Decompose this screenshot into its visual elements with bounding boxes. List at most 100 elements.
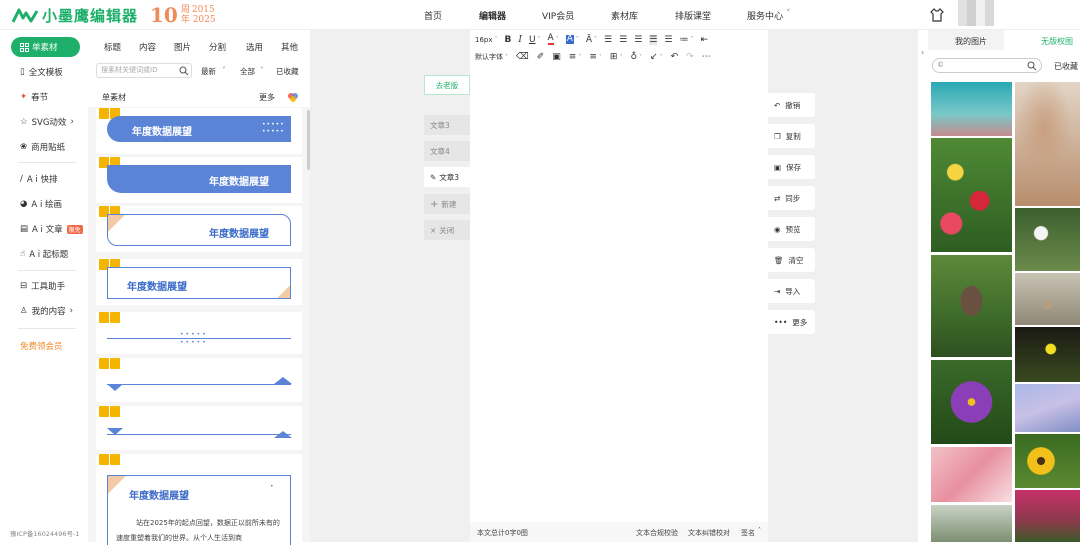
tab-selected[interactable]: 选用 [246,41,263,53]
sidebar-item-ai-draw[interactable]: ◕ A i 绘画 [20,198,62,210]
photo-blue-flowers[interactable] [1015,384,1080,432]
material-card[interactable] [96,358,302,402]
icp-text[interactable]: 豫ICP备16024496号-1 [10,528,79,538]
collected-filter[interactable]: 已收藏 [1054,61,1078,72]
nav-service[interactable]: 服务中心 [747,9,783,22]
photo-sunflower[interactable] [1015,434,1080,488]
nav-home[interactable]: 首页 [424,9,442,22]
bg-color-icon[interactable]: A [565,35,574,44]
editor-area[interactable]: 16px ˅ B I U ˅ A ˅ A ˅ Ā ˅ ☰ ☰ ☰ ☰ ☰ ≔ ˅ ⇤ 默认字… [470,30,768,542]
sidebar-item-single-material[interactable]: 单素材 [11,37,80,57]
sync-button[interactable]: ⇄ 同步 [768,186,815,210]
tab-title[interactable]: 标题 [104,41,121,53]
paragraph-icon[interactable]: ⊞ [610,52,618,62]
font-size-select[interactable]: 16px [475,36,493,44]
line-height-icon[interactable]: ≡ [569,52,577,62]
tab-image[interactable]: 图片 [174,41,191,53]
new-doc-button[interactable]: + 新建 [424,194,470,214]
search-icon[interactable] [179,66,189,76]
more-icon[interactable]: ⋯ [702,52,711,62]
photo-tulips[interactable] [931,138,1012,252]
photo-blossom-teal[interactable] [931,82,1012,136]
compliance-check-link[interactable]: 文本合规校验 [636,528,678,538]
copy-button[interactable]: ❐ 复制 [768,124,815,148]
nav-course[interactable]: 排版课堂 [675,9,711,22]
sidebar-item-stickers[interactable]: ❀ 商用贴纸 [20,141,65,153]
font-style-icon[interactable]: Ā [586,35,592,45]
sort-dropdown[interactable]: 最新 [201,66,216,77]
doc-tab[interactable]: 文章4 [424,141,470,161]
material-card[interactable] [96,406,302,450]
sidebar-item-tools[interactable]: ⊟ 工具助手 [20,280,65,292]
photo-pink-blossom[interactable] [931,447,1012,502]
close-doc-button[interactable]: × 关闭 [424,220,470,240]
signature-dropdown[interactable]: 签名 [741,528,755,538]
photo-small-plant[interactable] [1015,273,1080,325]
image-search-input[interactable] [932,58,1042,73]
material-card[interactable]: 年度数据展望 ••••• ••••• [96,108,302,154]
photo-snowdrops[interactable] [1015,208,1080,271]
save-button[interactable]: ▣ 保存 [768,155,815,179]
align-left-icon[interactable]: ☰ [604,35,612,45]
italic-icon[interactable]: I [518,35,522,45]
font-color-icon[interactable]: A [547,34,554,45]
format-brush-icon[interactable]: ✐ [537,52,545,62]
spacing-icon[interactable]: ≡ [589,52,597,62]
tab-other[interactable]: 其他 [281,41,298,53]
search-icon[interactable] [1027,61,1037,71]
more-link[interactable]: 更多 [259,92,275,103]
insert-icon[interactable]: ⇤ [700,35,708,45]
shirt-icon[interactable] [930,8,944,22]
photo-yellow-flower[interactable] [1015,327,1080,382]
nav-vip[interactable]: VIP会员 [542,9,574,22]
font-family-select[interactable]: 默认字体 [475,52,503,62]
sidebar-item-my-content[interactable]: ♙ 我的内容 › [20,305,73,317]
image-icon[interactable]: ▣ [552,52,561,62]
align-center-icon[interactable]: ☰ [619,35,627,45]
material-card[interactable]: 年度数据展望 [96,206,302,252]
arrow-icon[interactable]: ↙ [650,52,658,62]
clear-button[interactable]: 🗑 清空 [768,248,815,272]
old-version-button[interactable]: 去老版 [424,75,470,95]
material-card[interactable]: 年度数据展望 [96,259,302,305]
justify-icon[interactable]: ☰ [649,34,658,45]
redo-icon[interactable]: ↷ [686,52,694,62]
doc-tab[interactable]: 文章3 [424,115,470,135]
sidebar-item-ai-title[interactable]: ☝ A i 起标题 [20,248,68,260]
sidebar-item-spring[interactable]: ✦ 春节 [20,91,48,103]
logo[interactable]: 小墨鹰编辑器 [12,5,138,26]
doc-tab-active[interactable]: ✎ 文章3 [424,167,470,187]
tab-divider[interactable]: 分割 [209,41,226,53]
import-button[interactable]: ⇥ 导入 [768,279,815,303]
sidebar-item-ai-layout[interactable]: ∕ A i 快排 [20,173,57,185]
material-card[interactable]: 年度数据展望 • 站在2025年的起点回望，数据正以前所未有的速度重塑着我们的世… [96,454,302,545]
indent-icon[interactable]: ☰ [664,35,672,45]
undo-button[interactable]: ↶ 撤销 [768,93,815,117]
category-dropdown[interactable]: 全部 [240,66,255,77]
align-right-icon[interactable]: ☰ [634,35,642,45]
proofread-link[interactable]: 文本纠错校对 [688,528,730,538]
more-button[interactable]: ••• 更多 [768,310,815,334]
sidebar-item-svg[interactable]: ☆ SVG动效 › [20,116,74,128]
photo-purple-flower[interactable] [931,360,1012,444]
collapse-arrow-icon[interactable]: › [921,48,924,57]
material-card[interactable]: ••••• ••••• [96,312,302,354]
sidebar-item-templates[interactable]: ▯ 全文模板 [20,66,63,78]
undo-icon[interactable]: ↶ [671,52,679,62]
photo-man-grass[interactable] [931,255,1012,357]
nav-editor[interactable]: 编辑器 [479,9,506,22]
color-palette-icon[interactable] [287,91,299,103]
tab-my-images[interactable]: 我的图片 [955,36,987,47]
photo-stone-arch[interactable] [931,505,1012,542]
material-search-input[interactable]: 搜素材关键词或ID [96,63,192,78]
bulb-icon[interactable]: ♁ [630,52,637,62]
sidebar-item-ai-article[interactable]: ▤ A i 文章 限免 [20,223,83,235]
photo-magenta-flowers[interactable] [1015,490,1080,542]
tab-content[interactable]: 内容 [139,41,156,53]
underline-icon[interactable]: U [529,35,536,45]
avatar[interactable] [958,0,994,26]
nav-materials[interactable]: 素材库 [611,9,638,22]
collected-filter[interactable]: 已收藏 [276,66,299,77]
tab-free-images[interactable]: 无版权图 [1041,36,1073,47]
list-icon[interactable]: ≔ [679,35,688,45]
